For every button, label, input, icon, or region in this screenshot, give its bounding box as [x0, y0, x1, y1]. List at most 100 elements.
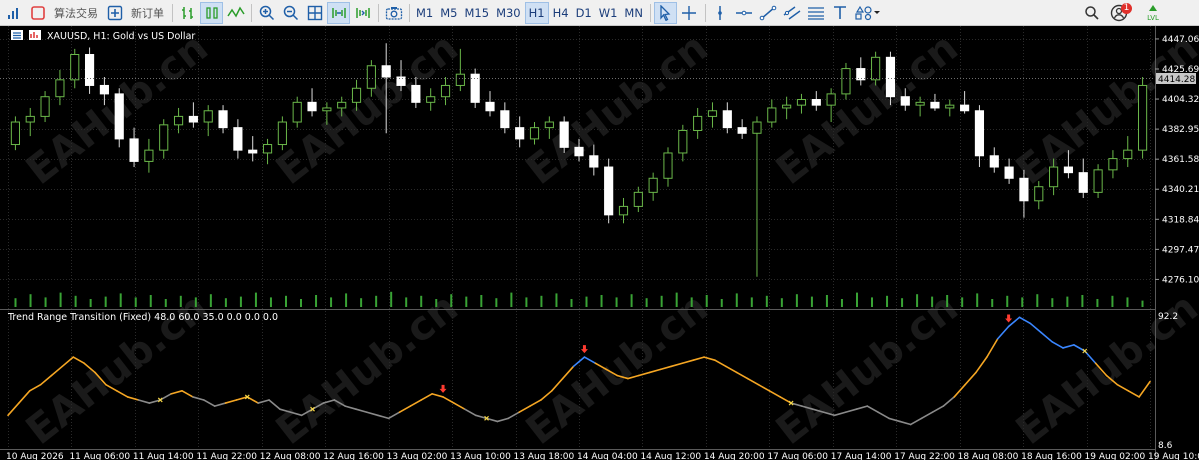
bear-candle — [1063, 166, 1074, 174]
timeframe-h4[interactable]: H4 — [550, 2, 572, 24]
bull-candle — [10, 121, 20, 146]
bull-candle — [173, 115, 184, 126]
oscillator-segment — [376, 414, 390, 420]
bull-candle — [648, 177, 658, 193]
timeframe-h1[interactable]: H1 — [524, 1, 549, 24]
bull-candle — [1108, 158, 1118, 171]
timeframe-m30[interactable]: M30 — [493, 2, 524, 24]
oscillator-segment — [409, 399, 423, 407]
chart-bar-icon[interactable] — [2, 2, 25, 24]
bull-candle — [159, 124, 169, 151]
new-order-button[interactable]: 新订单 — [127, 2, 168, 24]
bull-candle — [366, 65, 376, 89]
trend-line-icon[interactable] — [757, 2, 780, 24]
bull-candle — [25, 115, 35, 123]
bull-candle — [1049, 166, 1059, 188]
account-icon[interactable]: 1 — [1104, 2, 1134, 24]
oscillator-segment — [1018, 316, 1032, 325]
bear-candle — [233, 127, 243, 151]
time-tick-label: 19 Aug 10:00 — [1148, 452, 1199, 460]
oscillator-segment — [387, 411, 401, 420]
chart-shift-icon[interactable] — [327, 1, 350, 24]
timeframe-m15[interactable]: M15 — [462, 2, 493, 24]
sell-arrow — [1005, 314, 1013, 323]
symbol-icon — [11, 30, 41, 40]
bar-chart-icon[interactable] — [176, 2, 199, 24]
oscillator-segment — [855, 405, 869, 410]
oscillator-segment — [7, 402, 20, 417]
vertical-line-icon[interactable] — [709, 2, 732, 24]
oscillator-segment — [463, 408, 477, 417]
bull-candle — [455, 73, 465, 86]
bear-candle — [900, 96, 910, 106]
text-icon[interactable] — [829, 2, 852, 24]
sell-arrow — [439, 384, 447, 393]
bull-candle — [40, 96, 50, 117]
oscillator-segment — [964, 371, 977, 386]
bear-candle — [960, 104, 970, 112]
bear-candle — [307, 101, 317, 112]
bull-candle — [292, 101, 302, 123]
oscillator-segment — [18, 389, 31, 404]
channel-icon[interactable] — [781, 2, 804, 24]
bull-candle — [663, 152, 673, 179]
oscillator-segment — [126, 396, 140, 401]
screenshot-icon[interactable] — [382, 2, 405, 24]
time-tick-label: 11 Aug 14:00 — [133, 452, 194, 460]
bull-candle — [945, 104, 955, 109]
bull-candle — [782, 104, 792, 109]
timeframe-d1[interactable]: D1 — [573, 2, 595, 24]
toolbar-separator — [649, 3, 651, 22]
oscillator-segment — [953, 383, 966, 398]
zoom-out-icon[interactable] — [279, 2, 302, 24]
bear-candle — [411, 84, 421, 103]
time-tick-label: 11 Aug 22:00 — [196, 452, 257, 460]
oscillator-segment — [366, 411, 379, 417]
oscillator-segment — [866, 405, 879, 414]
bull-candle — [277, 121, 287, 146]
time-tick-label: 14 Aug 20:00 — [704, 452, 765, 460]
search-icon[interactable] — [1080, 2, 1103, 24]
bear-candle — [470, 73, 480, 103]
signal-icon[interactable]: LVL — [1135, 2, 1171, 24]
timeframe-w1[interactable]: W1 — [596, 2, 621, 24]
shapes-icon[interactable] — [853, 2, 883, 24]
new-order-icon[interactable] — [103, 2, 126, 24]
candlestick-icon[interactable] — [200, 1, 223, 24]
horizontal-line-icon[interactable] — [733, 2, 756, 24]
time-tick-label: 13 Aug 10:00 — [450, 452, 511, 460]
bull-candle — [871, 56, 881, 81]
timeframe-mn[interactable]: MN — [621, 2, 646, 24]
time-tick-label: 14 Aug 12:00 — [640, 452, 701, 460]
algo-trading-button[interactable]: 算法交易 — [50, 2, 102, 24]
autoscroll-icon[interactable] — [351, 2, 374, 24]
price-tick-label: 4361.58 — [1162, 155, 1199, 165]
oscillator-segment — [714, 359, 727, 368]
fibonacci-icon[interactable] — [805, 2, 828, 24]
algo-trading-icon[interactable] — [26, 2, 49, 24]
watermark-text: EAHub.cn — [518, 26, 717, 194]
bull-candle — [262, 144, 273, 154]
zoom-in-icon[interactable] — [255, 2, 278, 24]
line-chart-icon[interactable] — [224, 2, 247, 24]
cursor-icon[interactable] — [653, 1, 677, 24]
time-tick-label: 13 Aug 18:00 — [514, 452, 575, 460]
oscillator-segment — [28, 383, 42, 392]
bear-candle — [1078, 172, 1088, 193]
indicator-max-label: 92.2 — [1158, 312, 1178, 322]
oscillator-segment — [137, 399, 151, 404]
timeframe-m1[interactable]: M1 — [413, 2, 436, 24]
oscillator-segment — [888, 417, 901, 423]
bull-candle — [618, 205, 629, 216]
oscillator-segment — [268, 399, 281, 410]
bull-candle — [826, 93, 836, 106]
oscillator-segment — [61, 356, 75, 368]
oscillator-segment — [692, 356, 705, 361]
chart-area[interactable]: EAHub.cn EAHub.cn EAHub.cn EAHub.cn EAHub.cn… — [0, 26, 1199, 460]
bull-candle — [337, 101, 347, 109]
timeframe-m5[interactable]: M5 — [437, 2, 460, 24]
tile-windows-icon[interactable] — [303, 2, 326, 24]
crosshair-icon[interactable] — [678, 2, 701, 24]
oscillator-segment — [931, 405, 945, 414]
bear-candle — [811, 99, 821, 106]
